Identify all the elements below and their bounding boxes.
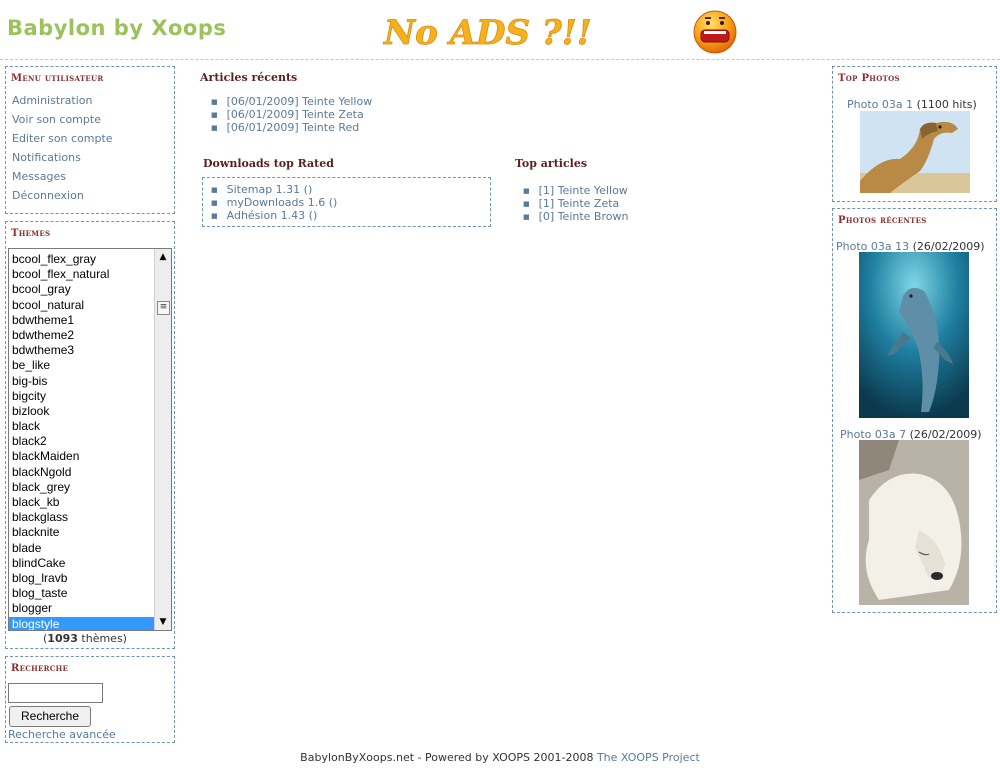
theme-option[interactable]: blog_taste [9, 586, 155, 601]
themes-options: bcool_flex_gray bcool_flex_natural bcool_g… [9, 252, 155, 630]
dolphin-photo[interactable] [859, 252, 969, 418]
theme-option[interactable]: be_like [9, 358, 155, 373]
footer-text: BabylonByXoops.net - Powered by XOOPS 20… [300, 751, 597, 764]
theme-option[interactable]: blackglass [9, 510, 155, 525]
xoops-project-link[interactable]: The XOOPS Project [597, 751, 700, 764]
download-link[interactable]: Adhésion 1.43 () [227, 209, 318, 222]
theme-option[interactable]: bdwtheme1 [9, 313, 155, 328]
search-button[interactable]: Recherche [9, 706, 91, 727]
no-ads-banner: No ADS ?!! [383, 13, 592, 52]
theme-option[interactable]: bdwtheme3 [9, 343, 155, 358]
download-link[interactable]: myDownloads 1.6 () [227, 196, 338, 209]
theme-option[interactable]: blacknite [9, 525, 155, 540]
advanced-search-link[interactable]: Recherche avancée [8, 728, 116, 741]
theme-option[interactable]: bcool_gray [9, 282, 155, 297]
top-article-link[interactable]: [1] Teinte Zeta [539, 197, 620, 210]
theme-option[interactable]: bizlook [9, 404, 155, 419]
user-menu-list: Administration Voir son compte Editer so… [6, 94, 174, 202]
menu-item-edit-account[interactable]: Editer son compte [12, 132, 113, 145]
theme-option[interactable]: black_grey [9, 480, 155, 495]
user-menu-block: Menu utilisateur Administration Voir son… [5, 66, 175, 214]
theme-option[interactable]: blade [9, 541, 155, 556]
theme-option[interactable]: blackNgold [9, 465, 155, 480]
top-photos-title: Top Photos [838, 73, 900, 84]
top-article-link[interactable]: [0] Teinte Brown [539, 210, 629, 223]
theme-option[interactable]: black2 [9, 434, 155, 449]
themes-count-number: 1093 [47, 632, 78, 645]
header: Babylon by Xoops No ADS ?!! [0, 0, 1000, 60]
download-link[interactable]: Sitemap 1.31 () [227, 183, 313, 196]
themes-scrollbar[interactable]: ▲ ≡ ▼ [154, 249, 171, 630]
theme-option[interactable]: bcool_flex_gray [9, 252, 155, 267]
theme-option[interactable]: bcool_natural [9, 298, 155, 313]
downloads-top-rated-list: Sitemap 1.31 () myDownloads 1.6 () Adhés… [211, 183, 338, 223]
menu-item-view-account[interactable]: Voir son compte [12, 113, 101, 126]
search-title: Recherche [11, 663, 69, 674]
scroll-down-arrow-icon[interactable]: ▼ [155, 614, 171, 630]
themes-select-list[interactable]: bcool_flex_gray bcool_flex_natural bcool_g… [8, 248, 172, 631]
polar-bear-photo[interactable] [859, 440, 969, 605]
theme-option[interactable]: blackMaiden [9, 449, 155, 464]
recent-articles-list: [06/01/2009] Teinte Yellow [06/01/2009] … [211, 95, 373, 135]
top-article-link[interactable]: [1] Teinte Yellow [539, 184, 628, 197]
themes-title: Themes [11, 228, 51, 239]
user-menu-title: Menu utilisateur [11, 73, 104, 84]
top-articles-list: [1] Teinte Yellow [1] Teinte Zeta [0] Te… [523, 184, 629, 224]
footer: BabylonByXoops.net - Powered by XOOPS 20… [0, 751, 1000, 764]
menu-item-messages[interactable]: Messages [12, 170, 66, 183]
theme-option[interactable]: big-bis [9, 374, 155, 389]
recent-article-link[interactable]: [06/01/2009] Teinte Yellow [227, 95, 373, 108]
menu-item-notifications[interactable]: Notifications [12, 151, 81, 164]
recent-article-link[interactable]: [06/01/2009] Teinte Zeta [227, 108, 364, 121]
camel-photo[interactable] [860, 111, 970, 193]
themes-count: (1093 thèmes) [43, 632, 127, 645]
menu-item-logout[interactable]: Déconnexion [12, 189, 84, 202]
theme-option[interactable]: black [9, 419, 155, 434]
theme-option[interactable]: black_kb [9, 495, 155, 510]
downloads-top-rated-title: Downloads top Rated [203, 157, 334, 170]
theme-option[interactable]: bcool_flex_natural [9, 267, 155, 282]
theme-option[interactable]: blog_lravb [9, 571, 155, 586]
top-photo-caption: Photo 03a 1 (1100 hits) [847, 98, 977, 111]
scroll-thumb[interactable]: ≡ [157, 301, 170, 315]
top-articles-title: Top articles [515, 157, 588, 170]
top-photo-link[interactable]: Photo 03a 1 [847, 98, 913, 111]
search-input[interactable] [8, 683, 103, 703]
recent-article-link[interactable]: [06/01/2009] Teinte Red [227, 121, 360, 134]
theme-option[interactable]: bigcity [9, 389, 155, 404]
shocked-smiley-icon [693, 10, 737, 54]
theme-option[interactable]: bdwtheme2 [9, 328, 155, 343]
recent-articles-title: Articles récents [200, 71, 298, 84]
svg-text:No ADS ?!!: No ADS ?!! [383, 13, 592, 52]
site-title[interactable]: Babylon by Xoops [7, 16, 226, 40]
recent-photos-title: Photos récentes [838, 215, 927, 226]
menu-item-administration[interactable]: Administration [12, 94, 93, 107]
scroll-up-arrow-icon[interactable]: ▲ [155, 249, 171, 265]
theme-option[interactable]: blogstyle [9, 616, 155, 630]
theme-option[interactable]: blindCake [9, 556, 155, 571]
theme-option[interactable]: blogger [9, 601, 155, 616]
